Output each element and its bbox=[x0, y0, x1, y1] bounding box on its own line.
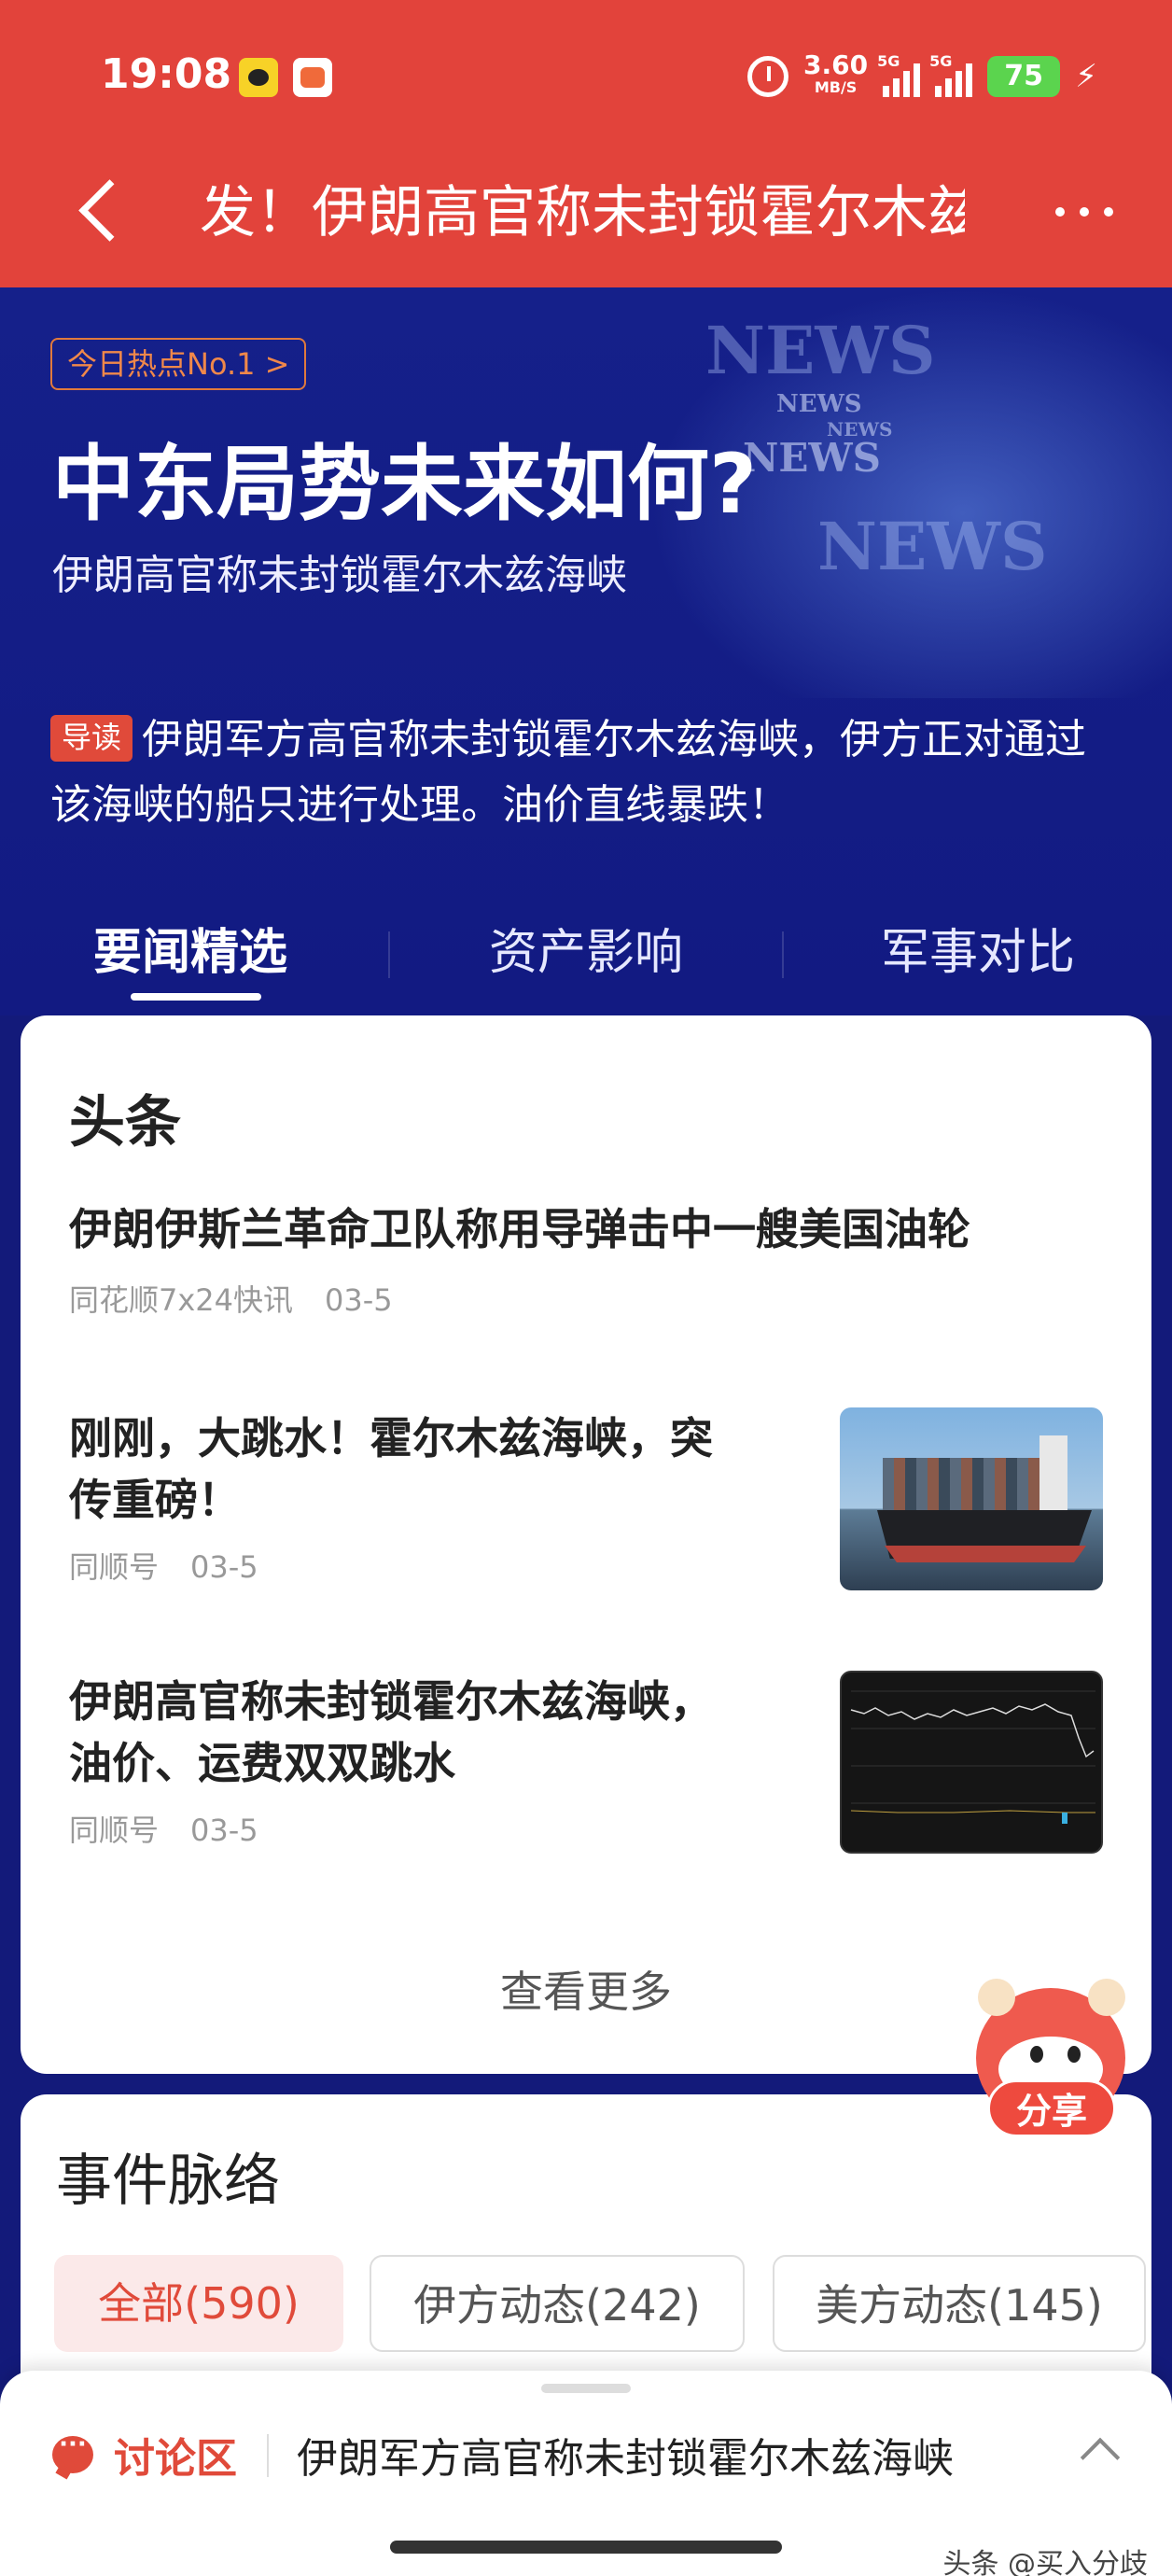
signal-icon: 5G bbox=[877, 52, 921, 97]
chevron-up-icon[interactable] bbox=[1080, 2437, 1121, 2478]
share-mascot[interactable]: 分享 bbox=[957, 1979, 1140, 2145]
timeline-title: 事件脉络 bbox=[56, 2149, 280, 2214]
home-indicator[interactable] bbox=[390, 2541, 782, 2554]
headline-item-1-meta: 同花顺7x24快讯 03-5 bbox=[69, 1282, 393, 1318]
chip-iran-news[interactable]: 伊方动态(242) bbox=[370, 2255, 745, 2352]
network-speed: 3.60 MB/S bbox=[803, 49, 869, 97]
discussion-topic[interactable]: 伊朗军方高官称未封锁霍尔木兹海峡 bbox=[297, 2425, 954, 2485]
battery-icon: 75 bbox=[987, 56, 1061, 97]
charging-icon: ⚡ bbox=[1075, 58, 1097, 95]
price-chart-thumbnail[interactable] bbox=[840, 1671, 1103, 1854]
chat-bubble-icon bbox=[52, 2430, 93, 2473]
signal-icon-2: 5G bbox=[929, 52, 973, 97]
hero-section: NEWS NEWS NEWS NEWS NEWS 今日热点No.1 > 中东局势… bbox=[0, 287, 1172, 1015]
container-ship-thumbnail[interactable] bbox=[840, 1407, 1103, 1590]
headline-item-3-title[interactable]: 伊朗高官称未封锁霍尔木兹海峡， 油价、运费双双跳水 bbox=[69, 1671, 713, 1794]
nav-title: 发！伊朗高官称未封锁霍尔木兹海峡 bbox=[200, 180, 965, 245]
chip-all[interactable]: 全部(590) bbox=[54, 2255, 343, 2352]
drag-handle[interactable] bbox=[541, 2384, 631, 2393]
back-icon[interactable] bbox=[75, 177, 140, 243]
headline-item-3-meta: 同顺号 03-5 bbox=[69, 1813, 258, 1848]
headline-item-1-title[interactable]: 伊朗伊斯兰革命卫队称用导弹击中一艘美国油轮 bbox=[69, 1198, 970, 1260]
topic-title: 中东局势未来如何? bbox=[52, 436, 758, 532]
more-icon[interactable] bbox=[1038, 189, 1131, 235]
tab-asset-impact[interactable]: 资产影响 bbox=[489, 913, 683, 983]
headlines-card: 头条 伊朗伊斯兰革命卫队称用导弹击中一艘美国油轮 同花顺7x24快讯 03-5 刚… bbox=[21, 1015, 1151, 2074]
headlines-title: 头条 bbox=[69, 1090, 181, 1155]
topic-subtitle: 伊朗高官称未封锁霍尔木兹海峡 bbox=[52, 552, 627, 599]
lead-badge: 导读 bbox=[50, 715, 133, 762]
lead-summary: 导读 伊朗军方高官称未封锁霍尔木兹海峡，伊方正对通过该海峡的船只进行处理。油价直线… bbox=[50, 707, 1123, 838]
lead-text: 伊朗军方高官称未封锁霍尔木兹海峡，伊方正对通过该海峡的船只进行处理。油价直线暴跌… bbox=[50, 716, 1087, 829]
share-button[interactable]: 分享 bbox=[987, 2079, 1116, 2137]
notification-app-icon bbox=[239, 58, 278, 97]
chip-us-news[interactable]: 美方动态(145) bbox=[773, 2255, 1146, 2352]
status-bar: 19:08 3.60 MB/S 5G 5G 75 ⚡ bbox=[0, 0, 1172, 149]
headline-item-2-title[interactable]: 刚刚，大跳水！霍尔木兹海峡，突 传重磅！ bbox=[69, 1407, 713, 1531]
nav-bar: 发！伊朗高官称未封锁霍尔木兹海峡 bbox=[0, 157, 1172, 269]
headline-item-2-meta: 同顺号 03-5 bbox=[69, 1549, 258, 1585]
game-app-icon bbox=[293, 58, 332, 97]
top-bar: 19:08 3.60 MB/S 5G 5G 75 ⚡ 发！伊朗高官称未封锁霍尔木… bbox=[0, 0, 1172, 287]
tab-military-compare[interactable]: 军事对比 bbox=[881, 913, 1075, 983]
active-tab-indicator bbox=[131, 993, 261, 1001]
tab-key-news[interactable]: 要闻精选 bbox=[93, 913, 287, 983]
alarm-icon bbox=[747, 56, 789, 97]
status-icons: 3.60 MB/S 5G 5G 75 ⚡ bbox=[747, 52, 1097, 101]
hot-rank-tag[interactable]: 今日热点No.1 > bbox=[50, 338, 307, 390]
watermark-text: 头条 @买入分歧 bbox=[942, 2548, 1148, 2576]
discussion-label[interactable]: 讨论区 bbox=[114, 2425, 237, 2485]
status-time: 19:08 bbox=[101, 50, 232, 98]
tab-bar: 要闻精选 资产影响 军事对比 bbox=[0, 894, 1172, 1006]
